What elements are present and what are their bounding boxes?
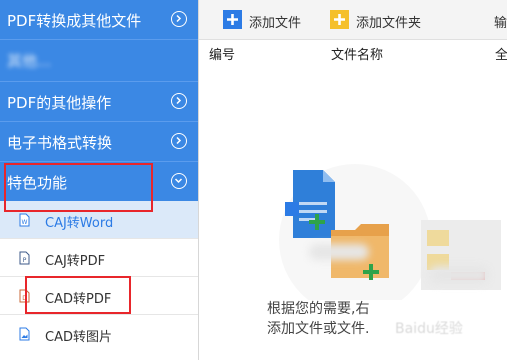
highlight-box (25, 276, 131, 314)
chevron-down-icon (171, 173, 187, 189)
highlight-box (4, 163, 153, 212)
file-word-icon: W (19, 213, 30, 227)
file-pdf-icon: P (19, 251, 30, 265)
column-header-name[interactable]: 文件名称 (331, 44, 383, 63)
add-folder-label: 添加文件夹 (356, 16, 422, 31)
watermark: Baidu经验 (395, 321, 463, 337)
empty-state-line: 根据您的需要,右 (267, 301, 370, 317)
sidebar-subitem-label: CAJ转Word (45, 216, 114, 231)
blurred-region (429, 266, 489, 284)
svg-text:P: P (23, 257, 27, 264)
column-header-index[interactable]: 编号 (209, 44, 235, 63)
blurred-region (309, 244, 369, 260)
output-label: 输 (494, 16, 507, 31)
sidebar-item-pdf-other-ops[interactable]: PDF的其他操作 (0, 82, 198, 122)
file-table-header: 编号 文件名称 全 (199, 43, 507, 63)
sidebar-item-pdf-convert[interactable]: PDF转换成其他文件 (0, 0, 198, 40)
sidebar-subitem-label: CAD转图片 (45, 330, 112, 345)
sidebar-subitem-label: CAJ转PDF (45, 254, 106, 269)
add-folder-icon (330, 10, 349, 29)
main-panel: 添加文件 添加文件夹 输 编号 文件名称 全 根据您的需要,右 添加文件或文件.… (198, 0, 507, 360)
chevron-right-icon (171, 93, 187, 109)
chevron-right-icon (171, 133, 187, 149)
sidebar-item-label: 电子书格式转换 (7, 134, 113, 152)
add-file-icon (223, 10, 242, 29)
sidebar-item-label: PDF转换成其他文件 (7, 12, 142, 30)
chevron-right-icon (171, 11, 187, 27)
sidebar-item-label: PDF的其他操作 (7, 94, 112, 112)
sidebar-subitem-cad-image[interactable]: CAD转图片 (0, 315, 198, 360)
column-header-all[interactable]: 全 (495, 44, 507, 63)
toolbar: 添加文件 添加文件夹 输 (199, 0, 507, 40)
svg-text:W: W (22, 219, 28, 226)
sidebar-item-other[interactable]: 其他... (0, 40, 198, 82)
sidebar-item-label: 其他... (7, 52, 52, 70)
add-file-label: 添加文件 (249, 16, 302, 31)
sidebar-subitem-caj-pdf[interactable]: P CAJ转PDF (0, 239, 198, 277)
empty-state-hint: 根据您的需要,右 添加文件或文件. (267, 299, 369, 339)
sidebar-item-ebook-convert[interactable]: 电子书格式转换 (0, 122, 198, 162)
empty-state-line: 添加文件或文件. (267, 321, 370, 337)
file-image-icon (19, 327, 30, 341)
